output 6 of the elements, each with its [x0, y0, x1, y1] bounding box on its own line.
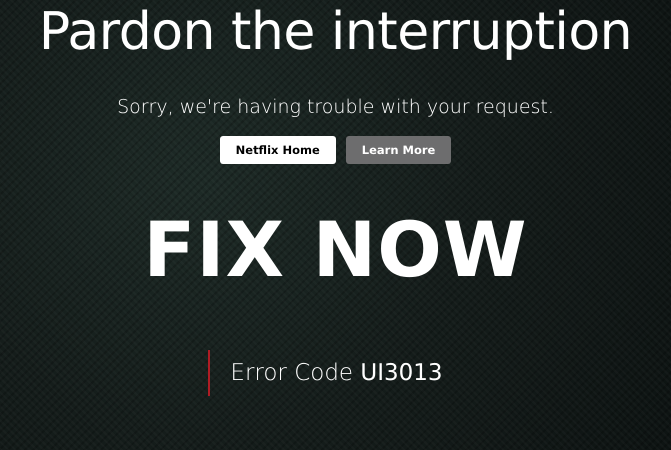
error-message: Sorry, we're having trouble with your request. [117, 96, 554, 118]
home-button[interactable]: Netflix Home [220, 136, 336, 164]
page-title: Pardon the interruption [38, 2, 632, 62]
banner-text: FIX NOW [143, 212, 528, 288]
learn-more-button[interactable]: Learn More [346, 136, 452, 164]
error-code: Error Code UI3013 [230, 360, 443, 386]
